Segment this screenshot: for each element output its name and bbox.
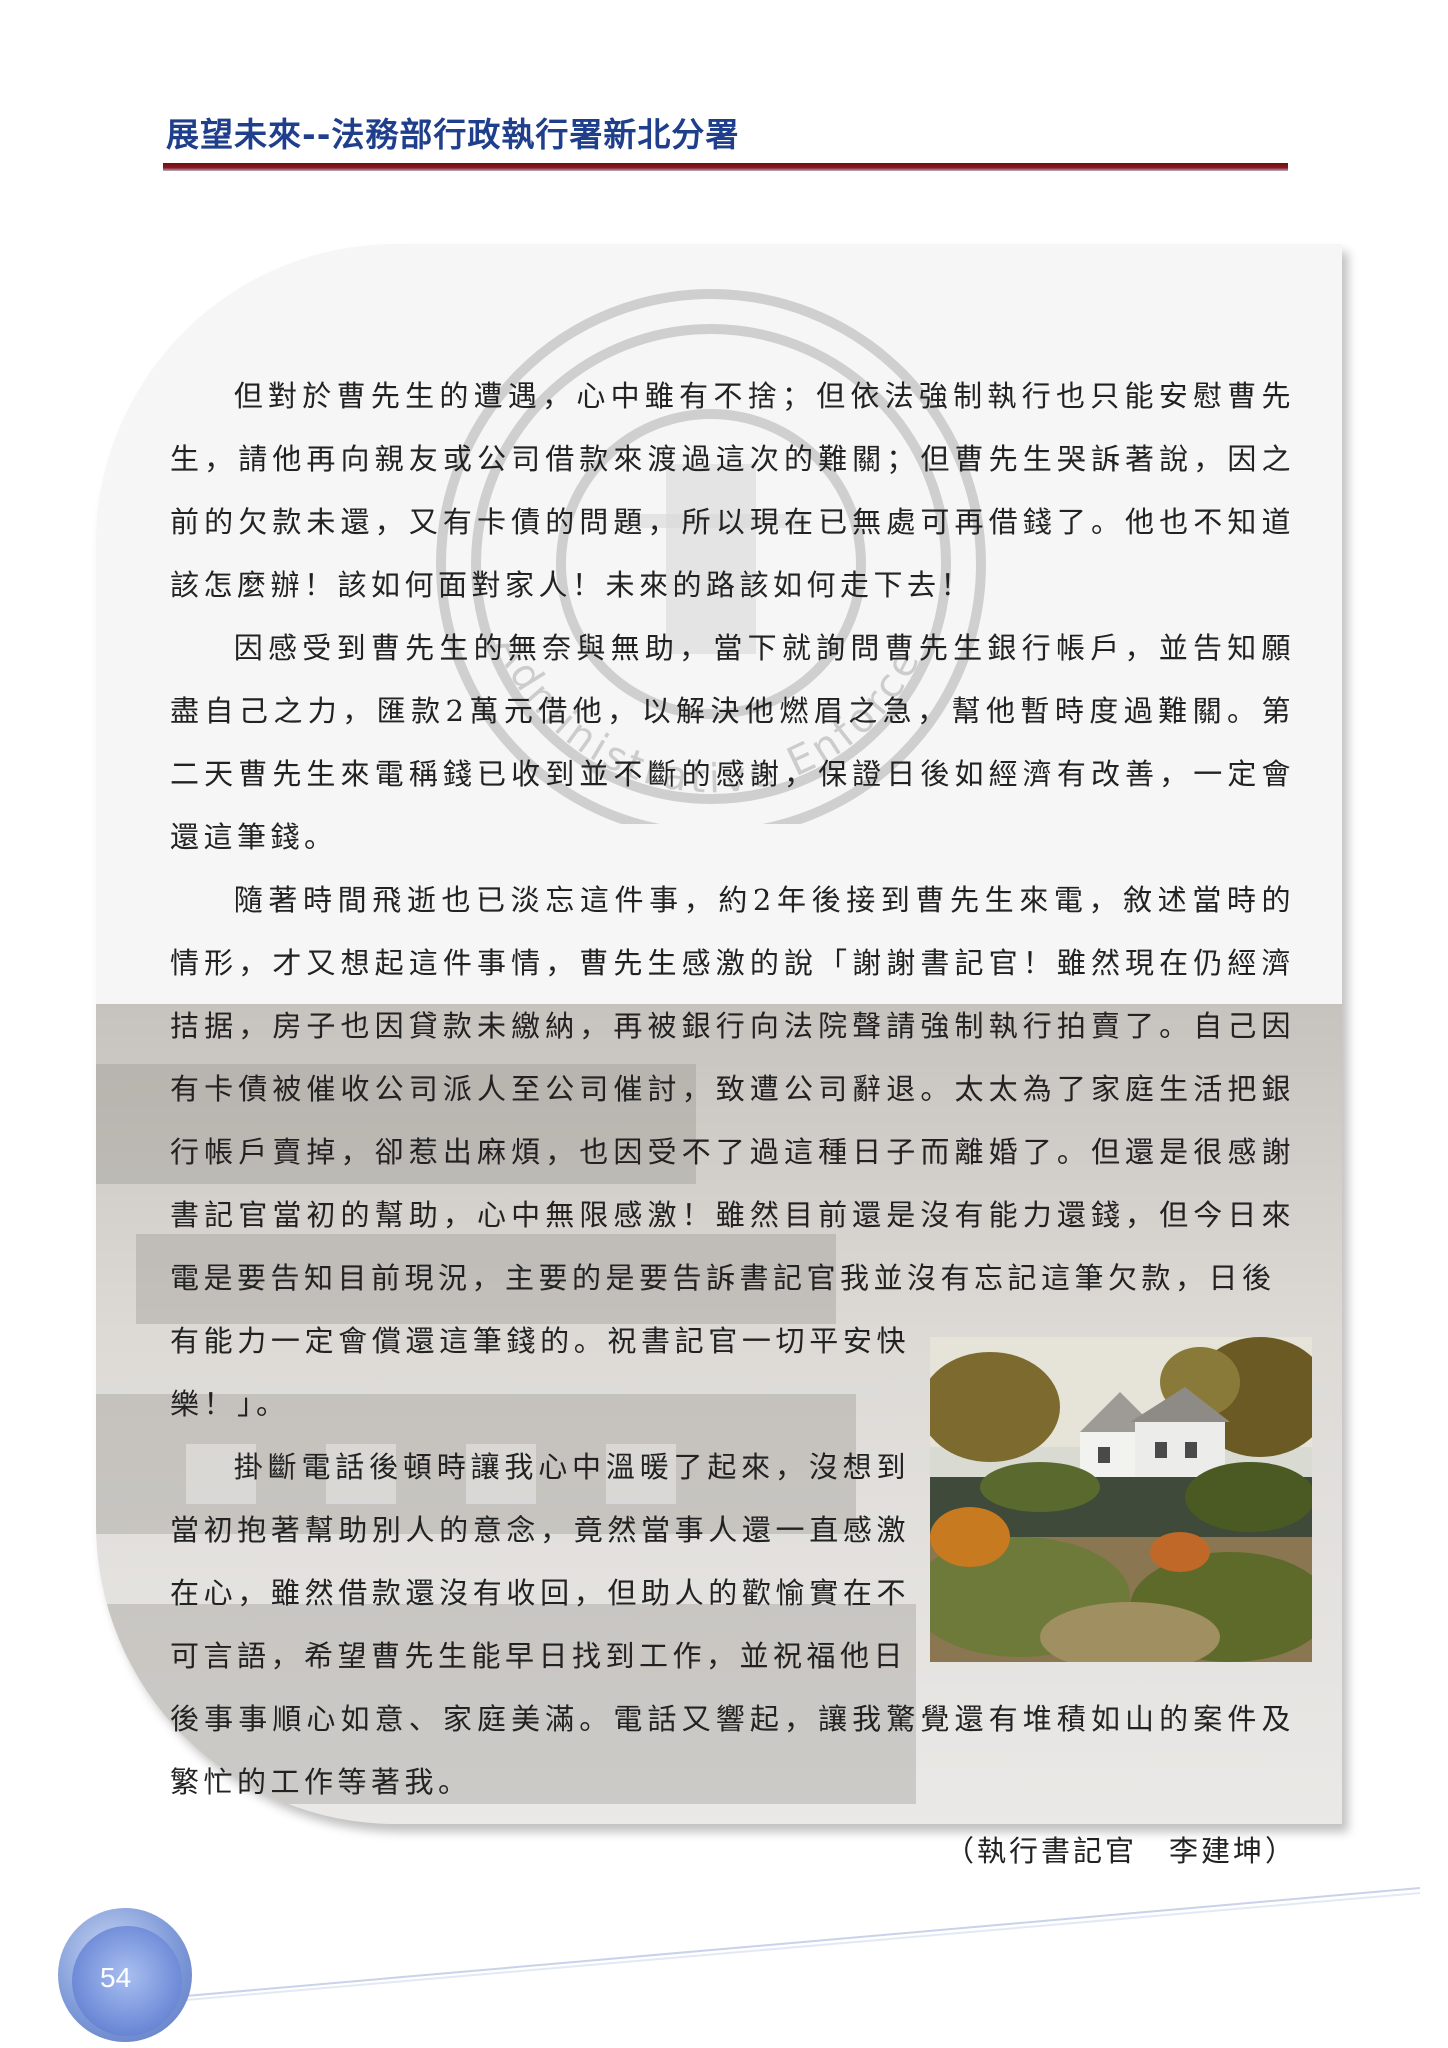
page-header-title: 展望未來--法務部行政執行署新北分署 — [166, 115, 740, 154]
paragraph: 後事事順心如意、家庭美滿。電話又響起，讓我驚覺還有堆積如山的案件及繁忙的工作等著… — [170, 1702, 1295, 1799]
paragraph: 隨著時間飛逝也已淡忘這件事，約2年後接到曹先生來電，敘述當時的情形，才又想起這件… — [170, 883, 1295, 1295]
author-signature: （執行書記官 李建坤） — [945, 1834, 1298, 1868]
paragraph: 因感受到曹先生的無奈與無助，當下就詢問曹先生銀行帳戶，並告知願盡自己之力，匯款2… — [170, 631, 1295, 854]
landscape-house-image — [930, 1337, 1312, 1662]
paragraph: 有能力一定會償還這筆錢的。祝書記官一切平安快樂！」。 — [170, 1324, 910, 1421]
paragraph: 掛斷電話後頓時讓我心中溫暖了起來，沒想到當初抱著幫助別人的意念，竟然當事人還一直… — [170, 1450, 910, 1673]
paragraph: 但對於曹先生的遭遇，心中雖有不捨；但依法強制執行也只能安慰曹先生，請他再向親友或… — [170, 379, 1295, 602]
page-number: 54 — [100, 1962, 132, 1993]
header-divider — [163, 163, 1288, 171]
